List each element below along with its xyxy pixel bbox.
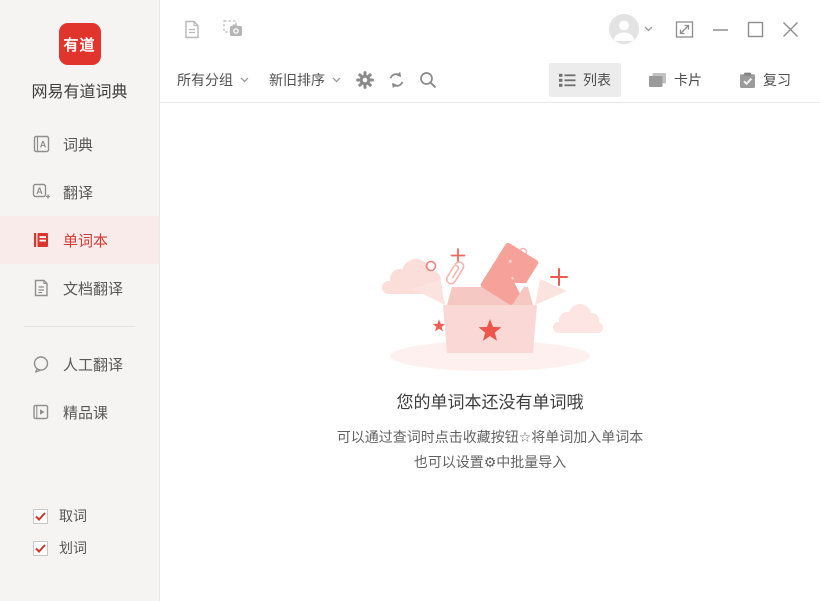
youdao-logo: 有道 — [58, 23, 101, 65]
toggle-label: 取词 — [59, 508, 87, 524]
chevron-down-icon — [644, 26, 653, 32]
view-label: 复习 — [763, 72, 791, 88]
user-avatar-icon — [609, 14, 639, 44]
app-title: 网易有道词典 — [31, 84, 128, 101]
empty-state-hint-line: 可以通过查词时点击收藏按钮☆将单词加入单词本 — [336, 429, 644, 445]
mini-mode-button[interactable] — [675, 20, 694, 39]
close-button[interactable] — [782, 21, 799, 38]
toggle-label: 划词 — [59, 540, 87, 556]
sidebar-item-label: 词典 — [63, 136, 94, 154]
window-controls — [675, 20, 799, 39]
human-translate-icon — [31, 354, 51, 374]
sort-order-label: 新旧排序 — [269, 72, 325, 88]
sidebar-item-human-translate[interactable]: 人工翻译 — [0, 340, 159, 388]
sidebar-item-label: 单词本 — [63, 232, 109, 250]
view-switcher: 列表 卡片 复习 — [549, 63, 801, 97]
titlebar — [160, 0, 820, 58]
new-document-button[interactable] — [183, 20, 201, 39]
sort-order-dropdown[interactable]: 新旧排序 — [269, 70, 341, 90]
svg-text:A: A — [36, 186, 43, 196]
toggle-word-capture[interactable]: 取词 — [33, 500, 159, 532]
sidebar-item-wordbook[interactable]: 单词本 — [0, 216, 159, 264]
dictionary-icon: A — [31, 134, 51, 154]
minimize-button[interactable] — [712, 21, 729, 38]
group-filter-label: 所有分组 — [177, 72, 233, 88]
sidebar-item-courses[interactable]: 精品课 — [0, 388, 159, 436]
view-label: 卡片 — [674, 72, 702, 88]
titlebar-left-icons — [183, 20, 243, 39]
sidebar-item-label: 人工翻译 — [63, 356, 124, 374]
refresh-icon — [389, 71, 404, 89]
view-list-button[interactable]: 列表 — [549, 63, 621, 97]
view-card-button[interactable]: 卡片 — [638, 63, 712, 97]
sidebar-item-document-translate[interactable]: 文档翻译 — [0, 264, 159, 312]
course-icon — [31, 402, 51, 422]
view-label: 列表 — [583, 72, 611, 88]
empty-wordbook-illustration — [382, 242, 603, 371]
review-button[interactable]: 复习 — [729, 63, 801, 97]
chevron-down-icon — [332, 77, 341, 83]
translate-icon: A — [31, 182, 51, 202]
brand: 有道 网易有道词典 — [0, 0, 159, 102]
settings-gear-button[interactable] — [356, 71, 374, 89]
check-icon — [35, 511, 46, 521]
capture-toggles: 取词 划词 — [0, 500, 159, 601]
maximize-button[interactable] — [747, 21, 764, 38]
titlebar-right — [609, 14, 799, 44]
review-icon — [740, 72, 755, 88]
chevron-down-icon — [240, 77, 249, 83]
document-translate-icon — [31, 278, 51, 298]
minimize-icon — [713, 28, 728, 31]
empty-state-hint-line: 也可以设置⚙中批量导入 — [413, 454, 567, 470]
close-icon — [783, 21, 798, 37]
card-view-icon — [649, 72, 666, 87]
sidebar-item-translate[interactable]: A 翻译 — [0, 168, 159, 216]
search-button[interactable] — [419, 71, 437, 89]
cloud-right-shape — [553, 304, 603, 333]
toolbar-action-icons — [356, 71, 437, 89]
search-icon — [420, 72, 437, 89]
youdao-dictionary-window: 有道 网易有道词典 A 词典 A 翻译 单词本 文档翻译 人工翻译 精品课 取词… — [0, 0, 820, 601]
wordbook-icon — [31, 230, 51, 250]
empty-state-hints: 可以通过查词时点击收藏按钮☆将单词加入单词本 也可以设置⚙中批量导入 — [337, 425, 644, 475]
sidebar-divider — [24, 326, 135, 327]
group-filter-dropdown[interactable]: 所有分组 — [177, 70, 249, 90]
sidebar-item-label: 精品课 — [63, 404, 109, 422]
check-icon — [35, 543, 46, 553]
svg-text:A: A — [40, 140, 47, 150]
screenshot-capture-button[interactable] — [223, 20, 243, 38]
maximize-icon — [747, 21, 764, 37]
refresh-button[interactable] — [387, 71, 406, 89]
paperclip-shape — [445, 261, 465, 285]
wordbook-toolbar: 所有分组 新旧排序 列表 卡片 复习 — [160, 58, 820, 103]
sidebar-nav: A 词典 A 翻译 单词本 文档翻译 人工翻译 精品课 — [0, 120, 159, 436]
toggle-word-select[interactable]: 划词 — [33, 532, 159, 564]
new-document-icon — [185, 20, 199, 38]
word-capture-checkbox[interactable] — [33, 508, 48, 524]
sidebar-item-dictionary[interactable]: A 词典 — [0, 120, 159, 168]
account-menu[interactable] — [609, 14, 653, 44]
sidebar: 有道 网易有道词典 A 词典 A 翻译 单词本 文档翻译 人工翻译 精品课 取词… — [0, 0, 160, 601]
empty-state-title: 您的单词本还没有单词哦 — [396, 393, 584, 412]
main-panel: 所有分组 新旧排序 列表 卡片 复习 您的单词本还没有单词哦 可以通过查词时点击… — [160, 0, 820, 601]
settings-gear-icon — [356, 71, 374, 89]
wordbook-content: 您的单词本还没有单词哦 可以通过查词时点击收藏按钮☆将单词加入单词本 也可以设置… — [160, 103, 820, 601]
sidebar-item-label: 翻译 — [63, 184, 94, 202]
mini-mode-icon — [675, 20, 694, 38]
word-select-checkbox[interactable] — [33, 540, 48, 556]
list-view-icon — [559, 73, 576, 87]
sidebar-item-label: 文档翻译 — [63, 280, 124, 298]
screenshot-capture-icon — [223, 20, 242, 36]
